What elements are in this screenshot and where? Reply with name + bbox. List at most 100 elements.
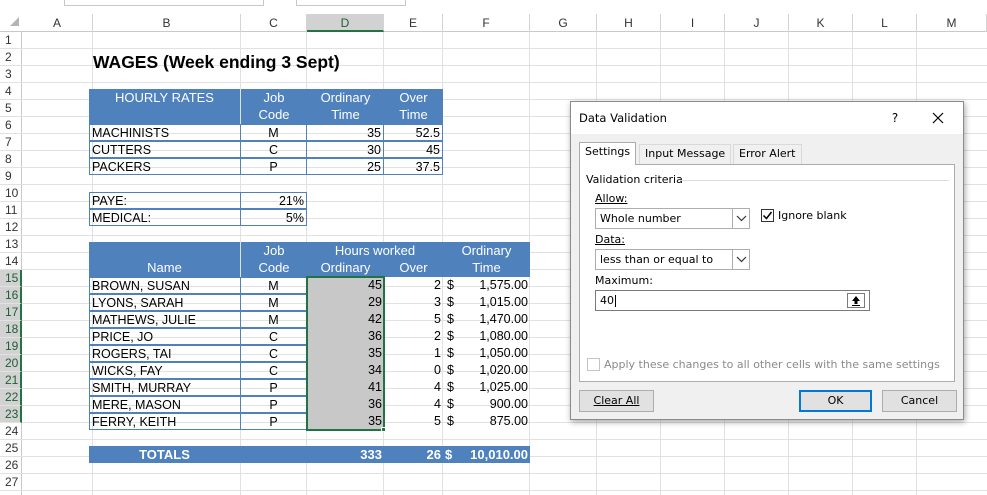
row-header-10[interactable]: 10 [0, 185, 22, 202]
employee-name[interactable]: MATHEWS, JULIE [89, 311, 241, 328]
deduction-label[interactable]: PAYE: [89, 192, 241, 209]
employee-job-code[interactable]: P [240, 379, 307, 396]
row-header-26[interactable]: 26 [0, 457, 22, 474]
row-header-17[interactable]: 17 [0, 304, 22, 321]
row-header-13[interactable]: 13 [0, 236, 22, 253]
rate-ordinary[interactable]: 35 [306, 124, 384, 141]
employee-ordinary-pay[interactable]: 1,020.00 [455, 362, 530, 379]
employee-job-code[interactable]: P [240, 396, 307, 413]
employee-over-hours[interactable]: 5 [384, 311, 443, 328]
row-header-8[interactable]: 8 [0, 151, 22, 168]
employee-over-hours[interactable]: 4 [384, 396, 443, 413]
row-header-9[interactable]: 9 [0, 168, 22, 185]
row-header-3[interactable]: 3 [0, 66, 22, 83]
employee-job-code[interactable]: P [240, 413, 307, 430]
rate-ordinary[interactable]: 25 [306, 158, 384, 175]
employee-ordinary-hours[interactable]: 36 [308, 396, 384, 413]
tab-error-alert[interactable]: Error Alert [733, 144, 802, 164]
column-header-j[interactable]: J [725, 14, 789, 32]
employee-name[interactable]: FERRY, KEITH [89, 413, 241, 430]
row-header-21[interactable]: 21 [0, 372, 22, 389]
employee-ordinary-pay[interactable]: 875.00 [455, 413, 530, 430]
column-header-g[interactable]: G [530, 14, 597, 32]
row-header-18[interactable]: 18 [0, 321, 22, 338]
row-header-27[interactable]: 27 [0, 474, 22, 491]
employee-over-hours[interactable]: 1 [384, 345, 443, 362]
row-header-20[interactable]: 20 [0, 355, 22, 372]
employee-ordinary-hours[interactable]: 35 [308, 345, 384, 362]
column-header-c[interactable]: C [241, 14, 307, 32]
employee-ordinary-hours[interactable]: 41 [308, 379, 384, 396]
row-header-25[interactable]: 25 [0, 440, 22, 457]
row-header-6[interactable]: 6 [0, 117, 22, 134]
employee-ordinary-pay[interactable]: 900.00 [455, 396, 530, 413]
employee-ordinary-pay[interactable]: 1,470.00 [455, 311, 530, 328]
rate-name[interactable]: PACKERS [89, 158, 241, 175]
row-header-19[interactable]: 19 [0, 338, 22, 355]
employee-ordinary-hours[interactable]: 45 [308, 277, 384, 294]
employee-over-hours[interactable]: 4 [384, 379, 443, 396]
row-header-24[interactable]: 24 [0, 423, 22, 440]
employee-job-code[interactable]: C [240, 345, 307, 362]
employee-name[interactable]: ROGERS, TAI [89, 345, 241, 362]
rate-name[interactable]: CUTTERS [89, 141, 241, 158]
range-picker-button[interactable] [847, 293, 865, 308]
rate-ordinary[interactable]: 30 [306, 141, 384, 158]
ignore-blank-checkbox[interactable] [761, 209, 774, 222]
employee-over-hours[interactable]: 2 [384, 328, 443, 345]
employee-ordinary-hours[interactable]: 35 [308, 413, 384, 430]
employee-ordinary-hours[interactable]: 36 [308, 328, 384, 345]
row-header-15[interactable]: 15 [0, 270, 22, 287]
deduction-value[interactable]: 21% [240, 192, 307, 209]
column-header-a[interactable]: A [22, 14, 93, 32]
close-button[interactable] [926, 107, 950, 129]
employee-ordinary-hours[interactable]: 42 [308, 311, 384, 328]
row-header-2[interactable]: 2 [0, 49, 22, 66]
row-header-11[interactable]: 11 [0, 202, 22, 219]
employee-ordinary-pay[interactable]: 1,575.00 [455, 277, 530, 294]
row-header-1[interactable]: 1 [0, 32, 22, 49]
column-header-h[interactable]: H [597, 14, 661, 32]
employee-job-code[interactable]: M [240, 277, 307, 294]
column-header-b[interactable]: B [93, 14, 241, 32]
employee-ordinary-hours[interactable]: 29 [308, 294, 384, 311]
employee-over-hours[interactable]: 2 [384, 277, 443, 294]
ignore-blank-label[interactable]: Ignore blank [778, 209, 847, 222]
column-header-i[interactable]: I [661, 14, 725, 32]
data-select[interactable]: less than or equal to [595, 249, 750, 270]
row-header-22[interactable]: 22 [0, 389, 22, 406]
row-header-23[interactable]: 23 [0, 406, 22, 423]
employee-ordinary-pay[interactable]: 1,025.00 [455, 379, 530, 396]
row-header-12[interactable]: 12 [0, 219, 22, 236]
row-header-7[interactable]: 7 [0, 134, 22, 151]
employee-over-hours[interactable]: 5 [384, 413, 443, 430]
column-header-f[interactable]: F [443, 14, 530, 32]
rate-code[interactable]: P [240, 158, 307, 175]
row-header-16[interactable]: 16 [0, 287, 22, 304]
select-all-corner[interactable] [10, 17, 19, 26]
clear-all-button[interactable]: Clear All [579, 390, 654, 412]
column-header-d[interactable]: D [307, 14, 384, 32]
employee-name[interactable]: WICKS, FAY [89, 362, 241, 379]
apply-all-checkbox[interactable] [587, 358, 600, 371]
employee-name[interactable]: LYONS, SARAH [89, 294, 241, 311]
rate-code[interactable]: C [240, 141, 307, 158]
employee-name[interactable]: SMITH, MURRAY [89, 379, 241, 396]
deduction-label[interactable]: MEDICAL: [89, 209, 241, 226]
deduction-value[interactable]: 5% [240, 209, 307, 226]
row-header-14[interactable]: 14 [0, 253, 22, 270]
help-button[interactable]: ? [885, 108, 905, 128]
column-header-l[interactable]: L [853, 14, 917, 32]
employee-job-code[interactable]: M [240, 294, 307, 311]
column-header-m[interactable]: M [917, 14, 987, 32]
employee-ordinary-pay[interactable]: 1,050.00 [455, 345, 530, 362]
tab-settings[interactable]: Settings [579, 142, 637, 165]
row-header-5[interactable]: 5 [0, 100, 22, 117]
dialog-titlebar[interactable]: Data Validation ? [571, 102, 963, 134]
fill-handle[interactable] [381, 427, 386, 432]
rate-over[interactable]: 52.5 [383, 124, 443, 141]
employee-name[interactable]: MERE, MASON [89, 396, 241, 413]
employee-job-code[interactable]: C [240, 328, 307, 345]
rate-over[interactable]: 37.5 [383, 158, 443, 175]
employee-job-code[interactable]: C [240, 362, 307, 379]
